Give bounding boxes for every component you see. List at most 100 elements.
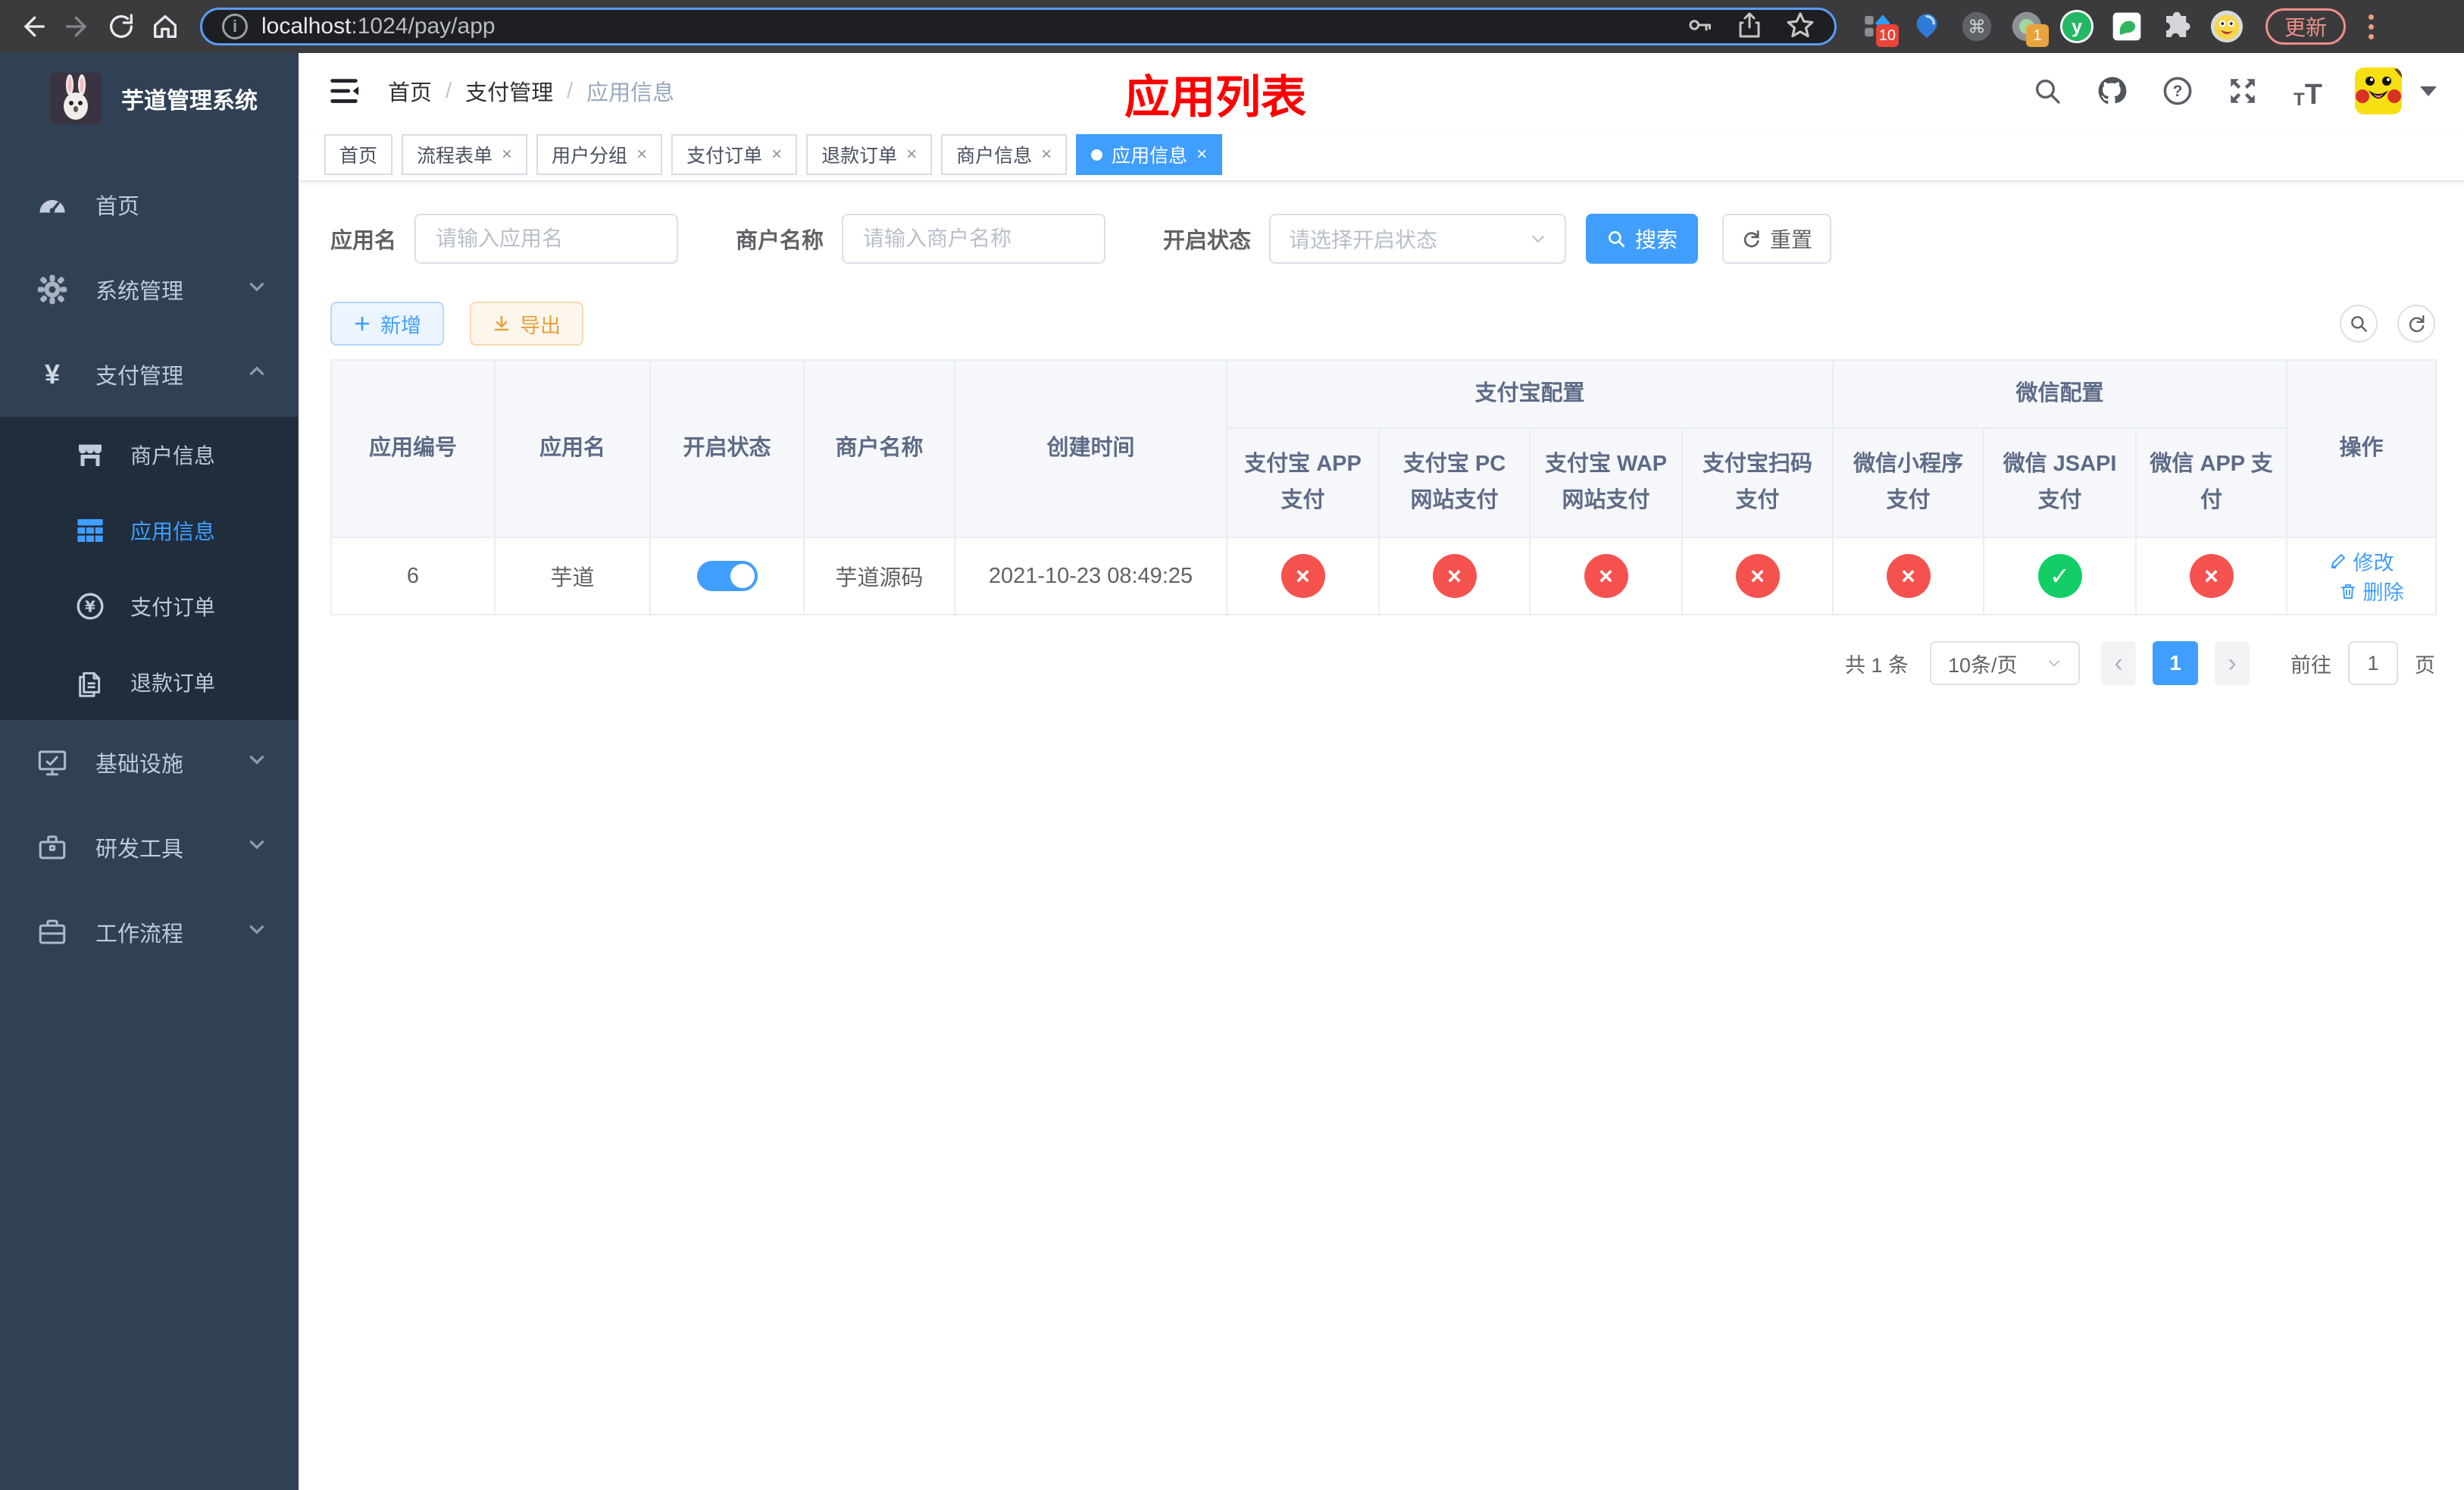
sidebar-item-home[interactable]: 首页 (0, 162, 299, 247)
close-icon[interactable]: × (1196, 146, 1207, 164)
current-page-button[interactable]: 1 (2153, 641, 2198, 685)
sidebar-logo[interactable]: 芋道管理系统 (0, 53, 299, 144)
goto-label: 前往 (2290, 653, 2331, 677)
edit-link[interactable]: 修改 (2329, 546, 2394, 576)
browser-back-button[interactable] (17, 10, 50, 43)
refresh-icon (2409, 315, 2425, 333)
close-icon[interactable]: × (771, 146, 782, 164)
extension-chat-icon[interactable] (2109, 9, 2144, 44)
extension-sidekick-icon[interactable]: 10 (1859, 9, 1899, 47)
tag-pay-order[interactable]: 支付订单 × (671, 134, 798, 175)
sidebar-collapse-icon[interactable] (326, 73, 362, 109)
sidebar-item-payment[interactable]: ¥ 支付管理 (0, 332, 299, 417)
github-icon[interactable] (2094, 73, 2131, 109)
page-title-annotation: 应用列表 (1124, 72, 1306, 123)
merchant-name-input[interactable] (842, 214, 1106, 264)
sidebar-item-refund-order[interactable]: 退款订单 (0, 644, 299, 720)
search-icon[interactable] (2029, 73, 2065, 109)
app-name-input[interactable] (414, 214, 679, 264)
sidebar-item-infrastructure[interactable]: 基础设施 (0, 720, 299, 805)
extension-balloon-icon[interactable] (1909, 9, 1944, 44)
sidebar-item-workflow[interactable]: 工作流程 (0, 890, 299, 975)
sidebar-item-dev-tools[interactable]: 研发工具 (0, 805, 299, 890)
cell-app-id: 6 (330, 537, 496, 615)
tag-home[interactable]: 首页 (324, 134, 393, 175)
group-wechat-config: 微信配置 (1832, 359, 2288, 429)
search-icon (2351, 316, 2367, 332)
tag-merchant-info[interactable]: 商户信息 × (941, 134, 1068, 175)
export-button[interactable]: 导出 (470, 302, 583, 346)
tag-process-form[interactable]: 流程表单 × (402, 134, 528, 175)
reset-button[interactable]: 重置 (1722, 214, 1832, 264)
breadcrumb-payment[interactable]: 支付管理 (465, 75, 553, 107)
chevron-down-icon (2049, 660, 2059, 667)
address-bar[interactable]: i localhost:1024/pay/app (200, 8, 1837, 45)
sidebar: 芋道管理系统 首页 系统管理 ¥ 支付管理 商户信息 应用信息 ¥ 支付订单 退… (0, 53, 299, 1490)
search-button[interactable]: 搜索 (1586, 214, 1699, 264)
close-icon[interactable]: × (906, 146, 917, 164)
close-icon[interactable]: × (1041, 146, 1052, 164)
app-title: 芋道管理系统 (121, 89, 258, 114)
search-icon (1609, 230, 1625, 248)
chevron-down-icon (247, 750, 267, 775)
prev-page-button[interactable]: ‹ (2101, 641, 2136, 685)
avatar-caret-down-icon[interactable] (2420, 86, 2437, 96)
tag-app-info[interactable]: 应用信息 × (1076, 134, 1223, 175)
col-status: 开启状态 (649, 359, 805, 538)
close-icon[interactable]: × (636, 146, 647, 164)
user-avatar[interactable] (2355, 67, 2402, 114)
extension-command-icon[interactable]: ⌘ (1959, 9, 1994, 44)
col-alipay-pc: 支付宝 PC 网站支付 (1378, 427, 1531, 538)
active-dot (1091, 149, 1103, 161)
refresh-table-button[interactable] (2397, 305, 2435, 343)
show-search-toggle-button[interactable] (2340, 305, 2378, 343)
col-app-id: 应用编号 (330, 359, 496, 538)
chevron-down-icon (247, 277, 267, 302)
page-unit-label: 页 (2415, 653, 2435, 677)
profile-emoji-avatar[interactable] (2209, 9, 2244, 44)
password-key-icon[interactable] (1686, 11, 1713, 42)
extension-badge-1: 1 (2026, 24, 2049, 47)
browser-home-button[interactable] (149, 10, 182, 43)
pagination-total: 共 1 条 (1844, 653, 1909, 677)
documents-icon (73, 667, 108, 697)
delete-link[interactable]: 删除 (2339, 576, 2404, 606)
top-navbar: 首页 / 支付管理 / 应用信息 应用列表 ? T T (299, 53, 2464, 129)
tag-refund-order[interactable]: 退款订单 × (806, 134, 933, 175)
bookmark-star-icon[interactable] (1786, 11, 1815, 43)
sidebar-item-merchant-info[interactable]: 商户信息 (0, 417, 299, 493)
sidebar-item-system[interactable]: 系统管理 (0, 247, 299, 332)
app-name-label: 应用名 (330, 229, 397, 253)
help-icon[interactable]: ? (2159, 73, 2196, 109)
font-size-icon[interactable]: TT (2290, 73, 2326, 109)
status-select[interactable]: 请选择开启状态 (1269, 214, 1567, 264)
browser-reload-button[interactable] (105, 10, 138, 43)
sidebar-item-pay-order[interactable]: ¥ 支付订单 (0, 568, 299, 644)
dashboard-icon (35, 189, 70, 221)
extension-yuque-icon[interactable]: y (2059, 9, 2094, 44)
site-info-icon[interactable]: i (222, 14, 248, 39)
extensions-puzzle-icon[interactable] (2159, 9, 2194, 44)
table-toolbar: 新增 导出 (330, 302, 2435, 346)
sidebar-item-app-info[interactable]: 应用信息 (0, 493, 299, 568)
next-page-button[interactable]: › (2215, 641, 2250, 685)
col-alipay-qr: 支付宝扫码支付 (1681, 427, 1834, 538)
toolbox-icon (35, 831, 70, 863)
page-size-select[interactable]: 10条/页 (1930, 641, 2080, 685)
col-merchant: 商户名称 (803, 359, 955, 538)
breadcrumb-home[interactable]: 首页 (388, 75, 432, 107)
browser-menu-kebab-icon[interactable] (2369, 14, 2375, 39)
app-table: 应用编号 应用名 开启状态 商户名称 创建时间 支付宝配置 微信配置 操作 支付… (330, 359, 2437, 615)
add-button[interactable]: 新增 (330, 302, 444, 346)
goto-page-input[interactable] (2348, 641, 2398, 685)
col-created: 创建时间 (954, 359, 1227, 538)
browser-forward-button[interactable] (61, 10, 94, 43)
tag-user-group[interactable]: 用户分组 × (536, 134, 663, 175)
extension-recorder-icon[interactable]: 1 (2009, 9, 2049, 47)
status-toggle[interactable] (696, 561, 758, 591)
fullscreen-icon[interactable] (2225, 73, 2261, 109)
url-text: localhost:1024/pay/app (261, 14, 496, 39)
browser-update-button[interactable]: 更新 (2265, 8, 2347, 45)
share-icon[interactable] (1736, 11, 1763, 42)
close-icon[interactable]: × (502, 146, 512, 164)
